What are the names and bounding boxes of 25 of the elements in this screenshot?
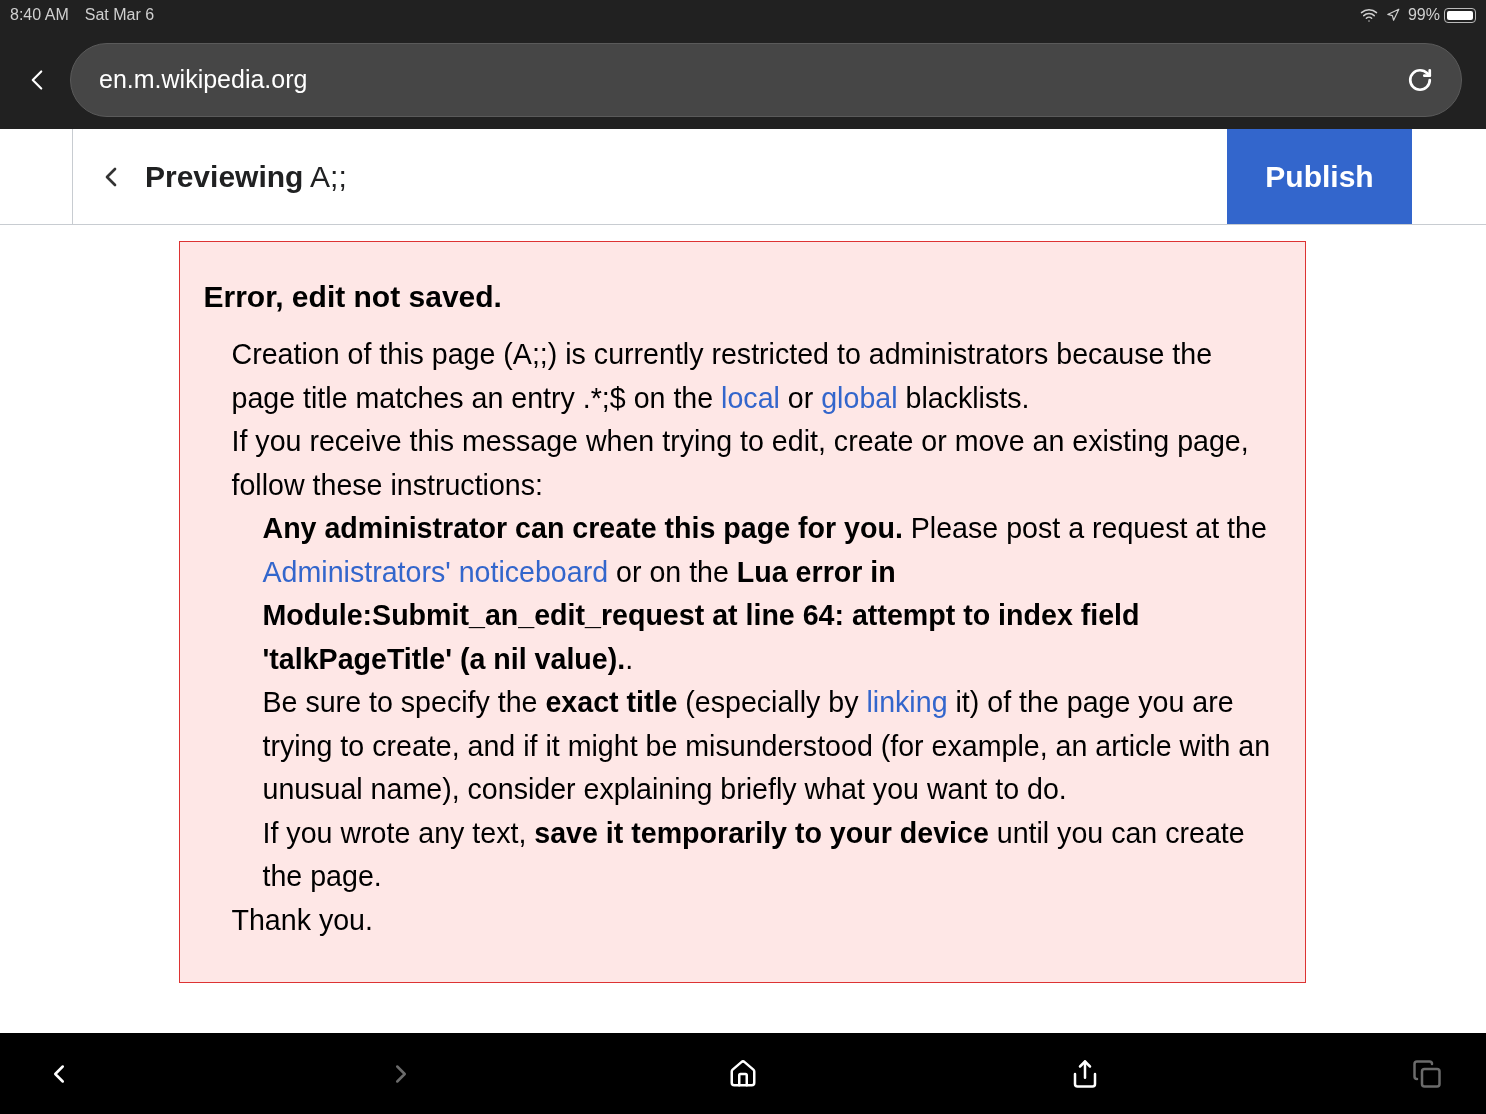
tabs-icon [1412, 1058, 1442, 1089]
link[interactable]: local [721, 381, 780, 414]
link[interactable]: global [821, 381, 898, 414]
status-time: 8:40 AM [10, 5, 69, 25]
link[interactable]: linking [866, 686, 948, 718]
link[interactable]: Administrators' noticeboard [262, 555, 609, 588]
error-heading: Error, edit not saved. [203, 279, 503, 315]
home-icon [728, 1058, 758, 1089]
status-date: Sat Mar 6 [84, 5, 155, 25]
publish-button[interactable]: Publish [1227, 129, 1412, 224]
message-paragraph: Any administrator can create this page for you. Please post a request at the Administrators' noticeboard or on the Lua error in Module:Submit_an_edit_request at line 64: attempt to index field 'talkPageTitle' (a nil value).. [262, 511, 1268, 677]
message-paragraph: Creation of this page (A;;) is currently restricted to administrators because the page title matches an entry .*;$ on the local or global blacklists. [231, 337, 1214, 416]
url-text: en.m.wikipedia.org [99, 63, 309, 95]
message-paragraph: Thank you. [231, 902, 374, 938]
page-title: Previewing A;; [145, 159, 347, 195]
battery-percent: 99% [1407, 5, 1440, 25]
message-paragraph: Be sure to specify the exact title (especially by linking it) of the page you are trying to create, and if it might be misunderstood (for example, an article with an unusual name), consider explaining briefly what you want to do. [262, 685, 1272, 807]
message-paragraph: If you receive this message when trying to edit, create or move an existing page, follow these instructions: [231, 424, 1250, 503]
message-paragraph: If you wrote any text, save it temporarily to your device until you can create the page. [262, 815, 1246, 894]
battery-icon [1444, 7, 1476, 23]
address-bar[interactable]: en.m.wikipedia.org [70, 42, 1462, 117]
home-button[interactable] [728, 1058, 758, 1089]
reload-icon[interactable] [1407, 66, 1433, 93]
wifi-icon [1359, 6, 1378, 24]
location-icon [1385, 8, 1400, 22]
